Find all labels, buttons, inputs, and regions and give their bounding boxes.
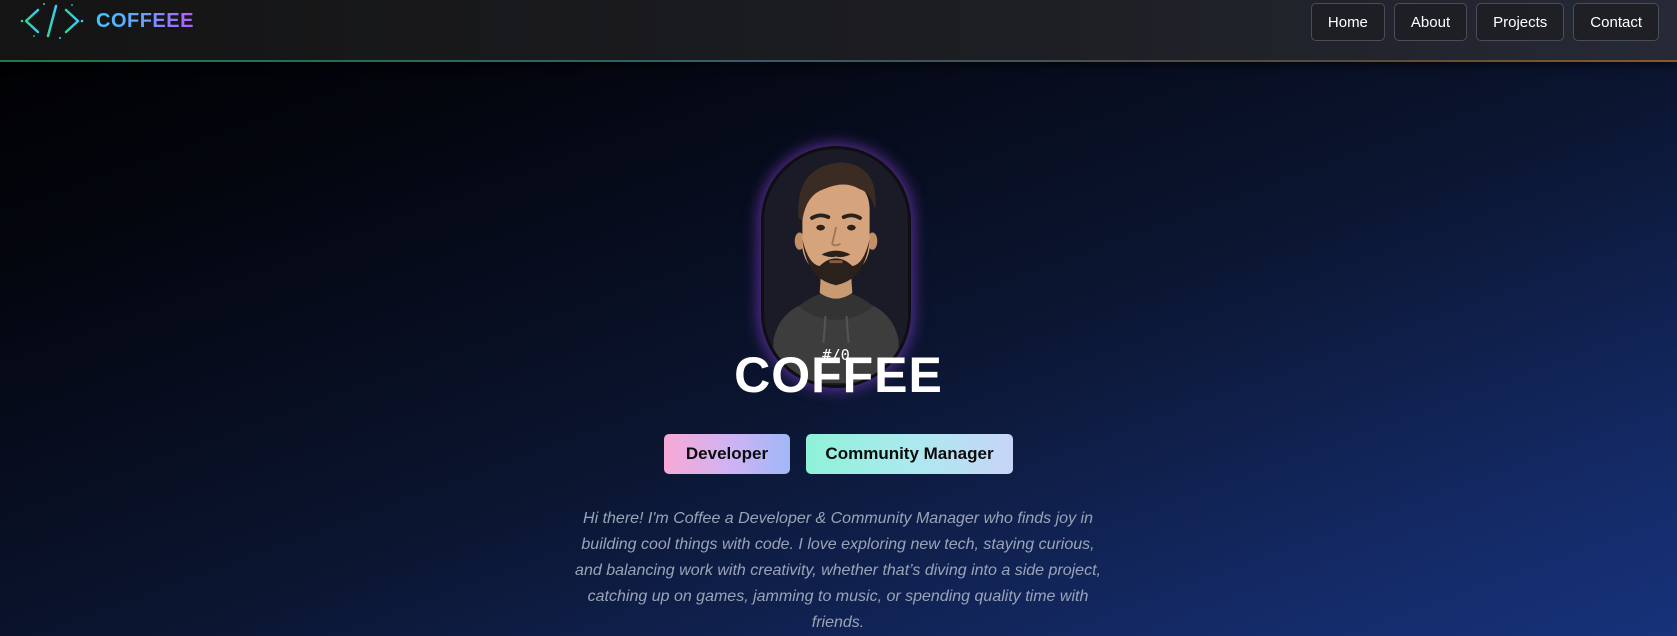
- nav-contact-button[interactable]: Contact: [1573, 3, 1659, 41]
- role-badge-developer: Developer: [664, 434, 790, 474]
- nav-about-button[interactable]: About: [1393, 3, 1468, 41]
- hero-section: #/0 COFFEE Developer Community Manager H…: [0, 62, 1677, 636]
- page-title: COFFEE: [734, 347, 943, 403]
- brand[interactable]: COFFEEE: [20, 0, 194, 42]
- brand-name: COFFEEE: [96, 9, 194, 32]
- main-nav: Home About Projects Contact: [1310, 3, 1659, 41]
- code-brackets-icon: [20, 3, 84, 39]
- role-badge-community-manager: Community Manager: [806, 434, 1013, 474]
- role-badges: Developer Community Manager: [0, 434, 1677, 474]
- nav-home-button[interactable]: Home: [1310, 3, 1385, 41]
- navbar: COFFEEE Home About Projects Contact: [0, 0, 1677, 62]
- nav-projects-button[interactable]: Projects: [1476, 3, 1565, 41]
- intro-text: Hi there! I'm Coffee a Developer & Commu…: [575, 510, 1101, 631]
